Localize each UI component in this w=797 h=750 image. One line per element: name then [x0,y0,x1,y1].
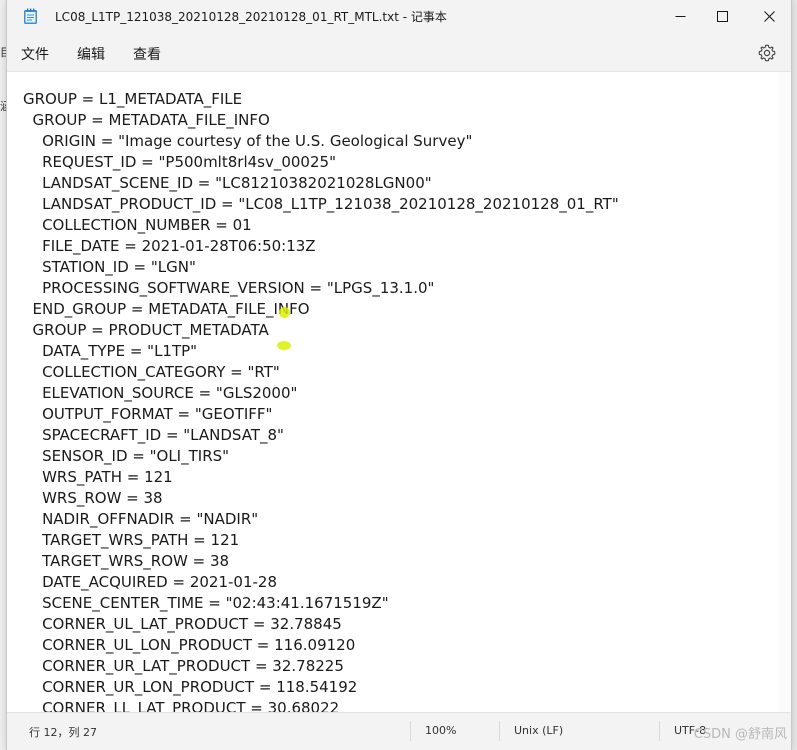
editor-line[interactable]: STATION_ID = "LGN" [23,257,619,278]
menu-file[interactable]: 文件 [21,44,49,64]
maximize-icon [716,10,728,22]
gear-icon[interactable] [757,43,777,63]
editor-line[interactable]: OUTPUT_FORMAT = "GEOTIFF" [23,404,619,425]
menu-edit[interactable]: 编辑 [77,44,105,64]
close-button[interactable] [746,0,792,32]
editor-line[interactable]: CORNER_UL_LON_PRODUCT = 116.09120 [23,635,619,656]
click-highlight [277,341,291,350]
editor-line[interactable]: DATA_TYPE = "L1TP" [23,341,619,362]
notepad-window: LC08_L1TP_121038_20210128_20210128_01_RT… [6,0,792,750]
editor-content[interactable]: GROUP = L1_METADATA_FILE GROUP = METADAT… [23,89,619,712]
text-editor[interactable]: GROUP = L1_METADATA_FILE GROUP = METADAT… [7,72,781,712]
editor-line[interactable]: SENSOR_ID = "OLI_TIRS" [23,446,619,467]
editor-line[interactable]: DATE_ACQUIRED = 2021-01-28 [23,572,619,593]
editor-line[interactable]: CORNER_LL_LAT_PRODUCT = 30.68022 [23,698,619,712]
line-ending: Unix (LF) [514,724,564,737]
status-bar: 行 12，列 27 100% Unix (LF) UTF-8 [7,712,791,750]
editor-line[interactable]: TARGET_WRS_PATH = 121 [23,530,619,551]
editor-line[interactable]: GROUP = METADATA_FILE_INFO [23,110,619,131]
editor-line[interactable]: PROCESSING_SOFTWARE_VERSION = "LPGS_13.1… [23,278,619,299]
editor-line[interactable]: GROUP = L1_METADATA_FILE [23,89,619,110]
editor-line[interactable]: WRS_PATH = 121 [23,467,619,488]
editor-line[interactable]: TARGET_WRS_ROW = 38 [23,551,619,572]
maximize-button[interactable] [699,0,745,32]
editor-line[interactable]: WRS_ROW = 38 [23,488,619,509]
editor-line[interactable]: SPACECRAFT_ID = "LANDSAT_8" [23,425,619,446]
editor-line[interactable]: REQUEST_ID = "P500mlt8rl4sv_00025" [23,152,619,173]
editor-line[interactable]: LANDSAT_PRODUCT_ID = "LC08_L1TP_121038_2… [23,194,619,215]
cursor-position: 行 12，列 27 [29,726,97,739]
editor-line[interactable]: FILE_DATE = 2021-01-28T06:50:13Z [23,236,619,257]
menu-bar: 文件 编辑 查看 [7,34,791,72]
cursor-highlight [279,307,290,318]
vertical-scrollbar[interactable] [779,72,791,712]
editor-line[interactable]: END_GROUP = METADATA_FILE_INFO [23,299,619,320]
editor-line[interactable]: COLLECTION_CATEGORY = "RT" [23,362,619,383]
window-title: LC08_L1TP_121038_20210128_20210128_01_RT… [55,10,447,24]
editor-line[interactable]: CORNER_UL_LAT_PRODUCT = 32.78845 [23,614,619,635]
editor-line[interactable]: SCENE_CENTER_TIME = "02:43:41.1671519Z" [23,593,619,614]
editor-line[interactable]: LANDSAT_SCENE_ID = "LC81210382021028LGN0… [23,173,619,194]
editor-line[interactable]: COLLECTION_NUMBER = 01 [23,215,619,236]
editor-line[interactable]: ELEVATION_SOURCE = "GLS2000" [23,383,619,404]
minimize-icon [675,15,685,17]
status-divider [410,721,411,741]
editor-line[interactable]: CORNER_UR_LON_PRODUCT = 118.54192 [23,677,619,698]
minimize-button[interactable] [657,0,703,32]
editor-line[interactable]: ORIGIN = "Image courtesy of the U.S. Geo… [23,131,619,152]
status-divider [499,721,500,741]
editor-line[interactable]: NADIR_OFFNADIR = "NADIR" [23,509,619,530]
menu-view[interactable]: 查看 [133,44,161,64]
close-icon [763,10,775,22]
editor-line[interactable]: CORNER_UR_LAT_PRODUCT = 32.78225 [23,656,619,677]
watermark: CSDN @舒南风 [693,727,787,742]
zoom-level: 100% [425,724,457,737]
status-divider [659,721,660,741]
editor-line[interactable]: GROUP = PRODUCT_METADATA [23,320,619,341]
title-bar[interactable]: LC08_L1TP_121038_20210128_20210128_01_RT… [7,0,791,34]
notepad-icon [24,8,37,24]
